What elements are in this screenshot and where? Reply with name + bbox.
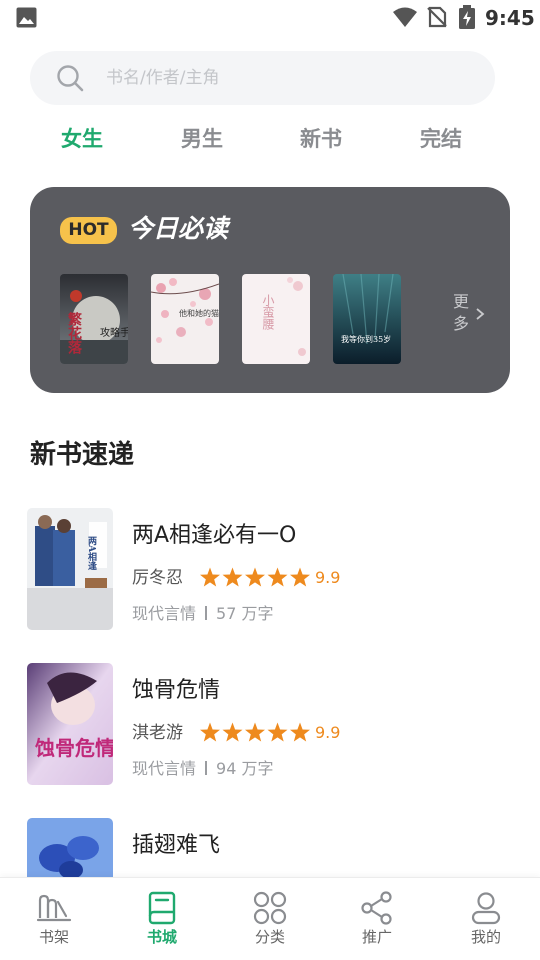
book-score: 9.9 [315, 723, 341, 742]
nav-bookshelf[interactable]: 书架 [14, 878, 94, 960]
wifi-icon [393, 7, 417, 27]
meta-divider [205, 761, 208, 775]
more-button[interactable]: 更多 [453, 291, 493, 337]
star-icon [290, 567, 310, 587]
book-title: 插翅难飞 [132, 833, 221, 858]
no-sim-icon [427, 6, 447, 28]
book-title: 蚀骨危情 [132, 678, 221, 703]
nav-label: 书城 [146, 928, 177, 946]
nav-label: 我的 [470, 928, 501, 946]
search-placeholder: 书名/作者/主角 [106, 68, 220, 88]
book-1-cover-text: 两A相逢 [86, 536, 97, 571]
nav-label: 推广 [361, 928, 392, 946]
nav-category[interactable]: 分类 [230, 878, 310, 960]
nav-label: 分类 [254, 928, 285, 946]
tab-male[interactable]: 男生 [181, 124, 223, 154]
star-icon [267, 722, 288, 742]
hot-cover-1-title: 繁花落 [66, 311, 83, 355]
book-icon [148, 891, 176, 925]
nav-label: 书架 [38, 928, 69, 946]
book-cover: 蚀骨危情 [27, 663, 113, 785]
hot-cover-2-title: 他和她的猫 [179, 308, 219, 318]
star-icon [222, 722, 243, 742]
nav-profile[interactable]: 我的 [446, 878, 526, 960]
book-score: 9.9 [315, 568, 341, 587]
hot-cover-3-title: 小蛮腰 [261, 294, 275, 330]
book-meta: 现代言情 57 万字 [132, 603, 273, 625]
daily-picks-card: HOT 今日必读 繁花落 攻略手册 他和她的猫 [30, 187, 510, 393]
book-list-item[interactable]: 两A相逢 两A相逢必有一O 厉冬忍 9.9 现代言情 57 万字 [0, 508, 540, 632]
nav-promote[interactable]: 推广 [337, 878, 417, 960]
star-icon [200, 722, 220, 742]
star-icon [290, 722, 310, 742]
search-icon [57, 65, 84, 92]
hot-book-cover[interactable]: 我等你到35岁 [333, 274, 401, 364]
book-title: 两A相逢必有一O [132, 523, 297, 548]
book-cover: 两A相逢 [27, 508, 113, 630]
category-icon [253, 891, 287, 925]
battery-charging-icon [459, 5, 475, 29]
book-meta: 现代言情 94 万字 [132, 758, 273, 780]
bookshelf-icon [36, 894, 72, 922]
share-icon [361, 891, 392, 925]
book-author: 淇老游 [132, 723, 183, 743]
book-word-count: 57 万字 [216, 604, 274, 623]
book-author: 厉冬忍 [132, 568, 183, 588]
hot-book-cover[interactable]: 繁花落 攻略手册 [60, 274, 128, 364]
star-icon [222, 567, 243, 587]
book-genre: 现代言情 [132, 759, 197, 778]
hot-book-cover[interactable]: 他和她的猫 [151, 274, 219, 364]
star-icon [245, 567, 265, 587]
hot-book-cover[interactable]: 小蛮腰 [242, 274, 310, 364]
rating-stars-icon [200, 567, 310, 587]
hot-cover-4-title: 我等你到35岁 [341, 334, 391, 344]
book-genre: 现代言情 [132, 604, 197, 623]
hot-badge: HOT [60, 217, 117, 244]
status-bar: 9:45 [0, 0, 540, 36]
star-icon [267, 567, 288, 587]
book-list-item[interactable]: 蚀骨危情 蚀骨危情 淇老游 9.9 现代言情 94 万字 [0, 663, 540, 787]
book-word-count: 94 万字 [216, 759, 274, 778]
tab-female[interactable]: 女生 [61, 124, 103, 154]
star-icon [245, 722, 265, 742]
tab-new-books[interactable]: 新书 [300, 124, 342, 154]
nav-bookstore[interactable]: 书城 [122, 878, 202, 960]
hot-cover-1-subtitle: 攻略手册 [100, 326, 128, 339]
search-input[interactable]: 书名/作者/主角 [30, 51, 495, 105]
meta-divider [205, 606, 208, 620]
tab-completed[interactable]: 完结 [420, 124, 462, 154]
bottom-nav: 书架 书城 分类 推广 我的 [0, 877, 540, 960]
profile-icon [471, 892, 501, 925]
clock: 9:45 [485, 6, 535, 30]
chevron-right-icon [476, 308, 485, 320]
book-2-cover-text: 蚀骨危情 [34, 736, 113, 760]
more-label: 更多 [453, 292, 470, 333]
rating-stars-icon [200, 722, 310, 742]
section-title: 新书速递 [30, 440, 135, 470]
daily-picks-title: 今日必读 [128, 214, 229, 243]
image-notification-icon [16, 7, 37, 28]
star-icon [200, 567, 220, 587]
